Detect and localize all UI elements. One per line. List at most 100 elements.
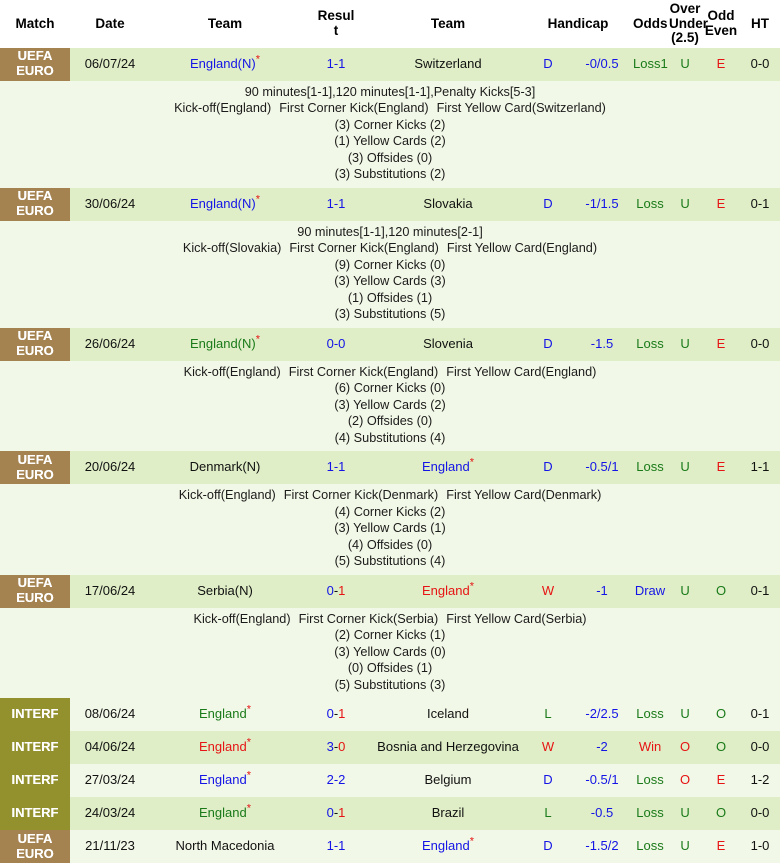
league-badge[interactable]: UEFA EURO <box>0 188 70 221</box>
ht-score[interactable]: 1-1 <box>740 451 780 484</box>
league-badge[interactable]: UEFA EURO <box>0 48 70 81</box>
score-cell[interactable]: 1-1 <box>300 48 372 81</box>
away-team-cell[interactable]: Slovenia <box>372 328 524 361</box>
ht-score[interactable]: 0-1 <box>740 698 780 731</box>
result-letter[interactable]: D <box>524 188 572 221</box>
odd-even-value[interactable]: E <box>702 48 740 81</box>
match-date[interactable]: 30/06/24 <box>70 188 150 221</box>
match-row[interactable]: INTERF04/06/24England*3-0Bosnia and Herz… <box>0 731 780 764</box>
home-team-cell[interactable]: England* <box>150 698 300 731</box>
header-odds[interactable]: Odds <box>632 0 668 48</box>
ht-score[interactable]: 0-0 <box>740 48 780 81</box>
match-date[interactable]: 21/11/23 <box>70 830 150 863</box>
score-cell[interactable]: 0-1 <box>300 575 372 608</box>
away-team-cell[interactable]: Slovakia <box>372 188 524 221</box>
away-team-cell[interactable]: England* <box>372 451 524 484</box>
header-result[interactable]: Result <box>300 0 372 48</box>
home-team-cell[interactable]: England* <box>150 764 300 797</box>
league-badge[interactable]: UEFA EURO <box>0 830 70 863</box>
home-team-cell[interactable]: England* <box>150 797 300 830</box>
league-badge[interactable]: INTERF <box>0 731 70 764</box>
handicap-value[interactable]: -0/0.5 <box>572 48 632 81</box>
score-cell[interactable]: 1-1 <box>300 830 372 863</box>
match-row[interactable]: INTERF27/03/24England*2-2BelgiumD-0.5/1L… <box>0 764 780 797</box>
match-row[interactable]: INTERF24/03/24England*0-1BrazilL-0.5Loss… <box>0 797 780 830</box>
away-team-cell[interactable]: Belgium <box>372 764 524 797</box>
home-team-cell[interactable]: England(N)* <box>150 48 300 81</box>
home-team-cell[interactable]: England* <box>150 731 300 764</box>
away-team-cell[interactable]: Brazil <box>372 797 524 830</box>
odds-value[interactable]: Loss <box>632 451 668 484</box>
odd-even-value[interactable]: E <box>702 830 740 863</box>
ht-score[interactable]: 0-1 <box>740 188 780 221</box>
result-letter[interactable]: D <box>524 328 572 361</box>
match-row[interactable]: UEFA EURO20/06/24Denmark(N)1-1England*D-… <box>0 451 780 484</box>
score-cell[interactable]: 1-1 <box>300 451 372 484</box>
home-team-cell[interactable]: North Macedonia <box>150 830 300 863</box>
odd-even-value[interactable]: E <box>702 451 740 484</box>
odd-even-value[interactable]: O <box>702 698 740 731</box>
result-letter[interactable]: W <box>524 731 572 764</box>
over-under-25-value[interactable]: U <box>668 328 702 361</box>
handicap-value[interactable]: -0.5/1 <box>572 451 632 484</box>
match-row[interactable]: UEFA EURO17/06/24Serbia(N)0-1England*W-1… <box>0 575 780 608</box>
away-team-cell[interactable]: Switzerland <box>372 48 524 81</box>
handicap-value[interactable]: -2 <box>572 731 632 764</box>
odds-value[interactable]: Loss <box>632 698 668 731</box>
over-under-25-value[interactable]: U <box>668 188 702 221</box>
over-under-25-value[interactable]: O <box>668 731 702 764</box>
over-under-25-value[interactable]: U <box>668 698 702 731</box>
result-letter[interactable]: D <box>524 451 572 484</box>
result-letter[interactable]: D <box>524 830 572 863</box>
odds-value[interactable]: Loss <box>632 764 668 797</box>
over-under-25-value[interactable]: U <box>668 797 702 830</box>
odd-even-value[interactable]: E <box>702 764 740 797</box>
odds-value[interactable]: Loss1/2 <box>632 48 668 81</box>
league-badge[interactable]: UEFA EURO <box>0 451 70 484</box>
league-badge[interactable]: INTERF <box>0 764 70 797</box>
result-letter[interactable]: L <box>524 797 572 830</box>
score-cell[interactable]: 0-0 <box>300 328 372 361</box>
score-cell[interactable]: 2-2 <box>300 764 372 797</box>
odds-value[interactable]: Draw <box>632 575 668 608</box>
handicap-value[interactable]: -1.5 <box>572 328 632 361</box>
odds-value[interactable]: Win <box>632 731 668 764</box>
odds-value[interactable]: Loss <box>632 830 668 863</box>
match-date[interactable]: 24/03/24 <box>70 797 150 830</box>
score-cell[interactable]: 0-1 <box>300 698 372 731</box>
handicap-value[interactable]: -1/1.5 <box>572 188 632 221</box>
odd-even-value[interactable]: O <box>702 731 740 764</box>
match-row[interactable]: UEFA EURO21/11/23North Macedonia1-1Engla… <box>0 830 780 863</box>
over-under-25-value[interactable]: U <box>668 48 702 81</box>
away-team-cell[interactable]: Bosnia and Herzegovina <box>372 731 524 764</box>
league-badge[interactable]: UEFA EURO <box>0 575 70 608</box>
odds-value[interactable]: Loss <box>632 328 668 361</box>
ht-score[interactable]: 1-2 <box>740 764 780 797</box>
ht-score[interactable]: 1-0 <box>740 830 780 863</box>
match-date[interactable]: 26/06/24 <box>70 328 150 361</box>
header-ht[interactable]: HT <box>740 0 780 48</box>
odd-even-value[interactable]: E <box>702 328 740 361</box>
result-letter[interactable]: L <box>524 698 572 731</box>
match-date[interactable]: 27/03/24 <box>70 764 150 797</box>
home-team-cell[interactable]: England(N)* <box>150 188 300 221</box>
match-row[interactable]: UEFA EURO30/06/24England(N)*1-1SlovakiaD… <box>0 188 780 221</box>
match-date[interactable]: 08/06/24 <box>70 698 150 731</box>
header-handicap[interactable]: Handicap <box>524 0 632 48</box>
header-home-team[interactable]: Team <box>150 0 300 48</box>
league-badge[interactable]: UEFA EURO <box>0 328 70 361</box>
home-team-cell[interactable]: England(N)* <box>150 328 300 361</box>
league-badge[interactable]: INTERF <box>0 698 70 731</box>
result-letter[interactable]: W <box>524 575 572 608</box>
score-cell[interactable]: 1-1 <box>300 188 372 221</box>
over-under-25-value[interactable]: O <box>668 764 702 797</box>
ht-score[interactable]: 0-1 <box>740 575 780 608</box>
home-team-cell[interactable]: Denmark(N) <box>150 451 300 484</box>
match-row[interactable]: INTERF08/06/24England*0-1IcelandL-2/2.5L… <box>0 698 780 731</box>
ht-score[interactable]: 0-0 <box>740 797 780 830</box>
match-date[interactable]: 04/06/24 <box>70 731 150 764</box>
score-cell[interactable]: 0-1 <box>300 797 372 830</box>
match-date[interactable]: 17/06/24 <box>70 575 150 608</box>
header-over-under-25[interactable]: Over Under (2.5) <box>668 0 702 48</box>
odds-value[interactable]: Loss <box>632 797 668 830</box>
